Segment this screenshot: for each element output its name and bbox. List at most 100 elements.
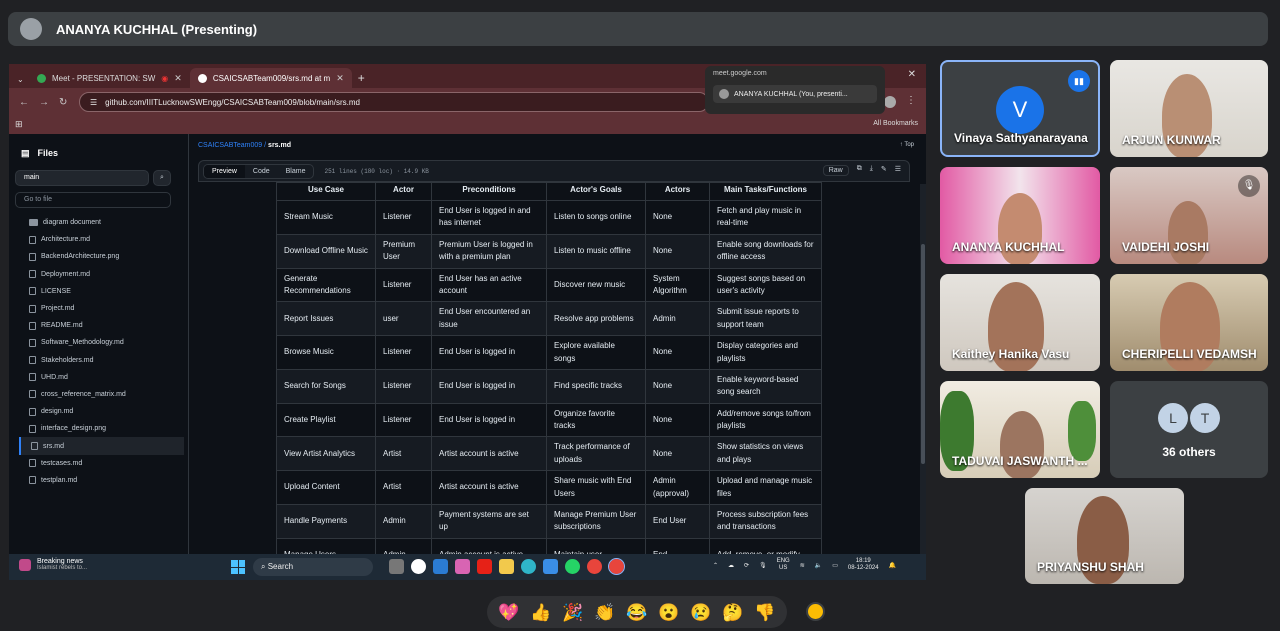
whatsapp-icon[interactable]	[565, 559, 580, 574]
wifi-icon[interactable]: ≋	[800, 562, 805, 569]
sidebar-toggle-icon[interactable]: ▤	[21, 148, 30, 159]
forward-icon[interactable]: →	[39, 97, 49, 108]
reaction-button[interactable]: 😮	[658, 604, 679, 621]
reaction-button[interactable]: 💖	[498, 604, 519, 621]
participant-tile-vedamsh[interactable]: CHERIPELLI VEDAMSH	[1110, 274, 1268, 371]
apps-icon[interactable]: ⊞	[15, 119, 23, 130]
site-info-icon[interactable]: ☰	[90, 98, 97, 107]
breadcrumb-repo[interactable]: CSAICSABTeam009	[198, 142, 262, 149]
tab-meet[interactable]: Meet - PRESENTATION: SW ◉ ✕	[29, 68, 190, 88]
file-icon	[29, 235, 36, 244]
store-icon[interactable]	[543, 559, 558, 574]
tab-blame[interactable]: Blame	[278, 165, 314, 178]
mic-icon[interactable]: 🎙	[759, 562, 767, 569]
tab-menu-icon[interactable]: ⌄	[17, 75, 24, 84]
dell-icon[interactable]	[411, 559, 426, 574]
edge-icon[interactable]	[521, 559, 536, 574]
participant-name: ANANYA KUCHHAL	[952, 240, 1065, 254]
battery-icon[interactable]: ▭	[832, 562, 838, 569]
search-icon[interactable]: ⌕	[153, 170, 171, 186]
speaking-icon: ▮▮	[1068, 70, 1090, 92]
window-close-icon[interactable]: ✕	[908, 69, 916, 80]
file-item[interactable]: testplan.md	[19, 472, 184, 489]
reaction-button[interactable]: 👏	[594, 604, 615, 621]
table-cell: Listener	[375, 200, 432, 235]
reaction-button[interactable]: 😢	[690, 604, 711, 621]
reload-icon[interactable]: ↻	[59, 97, 67, 108]
new-tab-icon[interactable]: +	[358, 71, 365, 88]
file-item[interactable]: Architecture.md	[19, 231, 184, 248]
file-item[interactable]: design.md	[19, 403, 184, 420]
go-to-file-input[interactable]: Go to file	[15, 192, 171, 208]
tab-github[interactable]: CSAICSABTeam009/srs.md at m ✕	[189, 68, 352, 88]
chrome-icon[interactable]	[587, 559, 602, 574]
file-item[interactable]: BackendArchitecture.png	[19, 248, 184, 265]
file-item[interactable]: UHD.md	[19, 369, 184, 386]
chrome-active-icon[interactable]	[608, 558, 625, 575]
back-icon[interactable]: ←	[19, 97, 29, 108]
participant-tile-ananya[interactable]: ANANYA KUCHHAL	[940, 167, 1100, 264]
file-item[interactable]: interface_design.png	[19, 420, 184, 437]
reaction-button[interactable]: 🎉	[562, 604, 583, 621]
reaction-button[interactable]: 👎	[754, 604, 775, 621]
youtube-icon[interactable]	[477, 559, 492, 574]
file-icon[interactable]	[389, 559, 404, 574]
others-tile[interactable]: L T 36 others	[1110, 381, 1268, 478]
language-indicator[interactable]: ENG US	[777, 558, 790, 572]
file-item[interactable]: testcases.md	[19, 455, 184, 472]
close-tab-icon[interactable]: ✕	[174, 73, 182, 84]
explorer-icon[interactable]	[499, 559, 514, 574]
copilot-icon[interactable]	[455, 559, 470, 574]
clock[interactable]: 18:19 08-12-2024	[848, 558, 879, 572]
table-cell: Add/remove songs to/from playlists	[709, 402, 822, 438]
profile-icon[interactable]	[884, 96, 896, 108]
chevron-up-icon[interactable]: ⌃	[713, 562, 718, 569]
file-item[interactable]: cross_reference_matrix.md	[19, 386, 184, 403]
sync-icon[interactable]: ⟳	[744, 562, 749, 569]
scrollbar[interactable]	[920, 184, 926, 554]
windows-start-icon[interactable]	[231, 560, 245, 574]
file-item[interactable]: Deployment.md	[19, 266, 184, 283]
edit-icon[interactable]: ✎	[881, 165, 887, 176]
branch-selector[interactable]: main	[15, 170, 149, 186]
file-item[interactable]: Stakeholders.md	[19, 352, 184, 369]
participant-tile-vinaya[interactable]: V ▮▮ Vinaya Sathyanarayana	[940, 60, 1100, 157]
tab-code[interactable]: Code	[245, 165, 278, 178]
copy-icon[interactable]: ⧉	[857, 165, 862, 176]
download-icon[interactable]: ⤓	[870, 165, 873, 176]
raw-button[interactable]: Raw	[822, 165, 849, 176]
cloud-icon[interactable]: ☁	[728, 562, 734, 569]
reaction-button[interactable]: 😂	[626, 604, 647, 621]
file-item[interactable]: LICENSE	[19, 283, 184, 300]
file-item[interactable]: Project.md	[19, 300, 184, 317]
news-widget[interactable]: Breaking news Islamist rebels to...	[19, 558, 87, 571]
file-item[interactable]: README.md	[19, 317, 184, 334]
participant-tile-priyanshu[interactable]: PRIYANSHU SHAH	[1025, 488, 1184, 584]
participant-tile-jaswanth[interactable]: TADUVAI JASWANTH ...	[940, 381, 1100, 478]
volume-icon[interactable]: 🔈	[815, 562, 822, 569]
file-item[interactable]: Software_Methodology.md	[19, 334, 184, 351]
taskbar-search[interactable]: ⌕ Search	[253, 558, 373, 576]
participant-name: VAIDEHI JOSHI	[1122, 240, 1210, 254]
menu-icon[interactable]: ⋮	[906, 95, 916, 106]
participant-name: Vinaya Sathyanarayana	[954, 131, 1088, 145]
participant-tile-hanika[interactable]: Kaithey Hanika Vasu	[940, 274, 1100, 371]
all-bookmarks[interactable]: All Bookmarks	[873, 120, 918, 127]
file-icon	[29, 252, 36, 261]
close-tab-icon[interactable]: ✕	[336, 73, 344, 84]
participant-tile-arjun[interactable]: ARJUN KUNWAR	[1110, 60, 1268, 157]
tab-preview[interactable]: Preview	[204, 164, 245, 178]
top-link[interactable]: ↑ Top	[900, 142, 914, 148]
folder-item[interactable]: diagram document	[19, 214, 184, 231]
file-item[interactable]: srs.md	[19, 437, 184, 455]
reaction-button[interactable]: 👍	[530, 604, 551, 621]
popup-entry[interactable]: ANANYA KUCHHAL (You, presenti...	[713, 85, 877, 103]
outline-icon[interactable]: ☰	[895, 165, 901, 176]
scrollbar-thumb[interactable]	[921, 244, 925, 464]
reaction-button[interactable]: 🤔	[722, 604, 743, 621]
notification-icon[interactable]: 🔔	[889, 562, 896, 569]
url-field[interactable]: ☰ github.com/IIITLucknowSWEngg/CSAICSABT…	[79, 92, 709, 112]
participant-tile-vaidehi[interactable]: 🎙 VAIDEHI JOSHI	[1110, 167, 1268, 264]
vscode-icon[interactable]	[433, 559, 448, 574]
raise-hand-button[interactable]	[806, 602, 825, 621]
